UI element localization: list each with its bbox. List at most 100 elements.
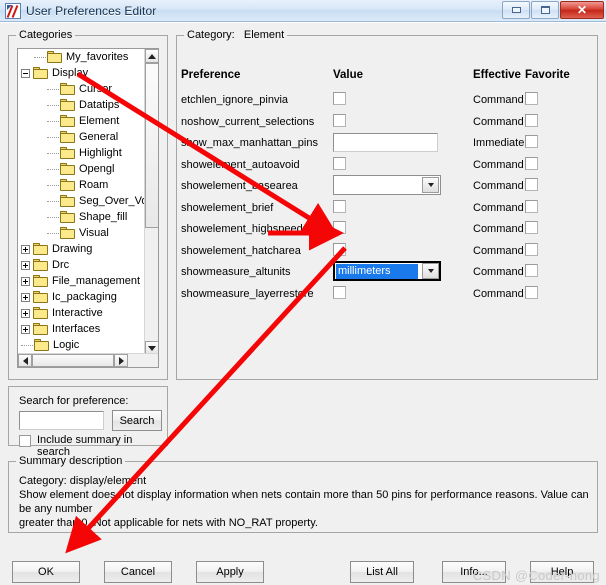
effective-value: Immediate	[473, 137, 525, 149]
tree-connector	[47, 120, 59, 122]
value-checkbox[interactable]	[333, 221, 346, 234]
tree-expand-icon[interactable]	[21, 260, 30, 270]
folder-icon	[60, 179, 75, 191]
favorite-checkbox[interactable]	[525, 113, 538, 127]
folder-icon	[60, 131, 75, 143]
favorite-checkbox[interactable]	[525, 285, 538, 299]
tree-item-label: File_management	[52, 275, 141, 287]
value-checkbox[interactable]	[333, 156, 346, 170]
favorite-checkbox[interactable]	[525, 264, 538, 277]
folder-icon	[33, 67, 48, 79]
tree-scroll-left-button[interactable]	[18, 354, 32, 367]
folder-icon	[34, 339, 49, 351]
column-header-preference: Preference	[181, 69, 241, 81]
tree-item-label: Ic_packaging	[52, 291, 117, 303]
search-input[interactable]	[20, 413, 103, 431]
arrow-down-icon	[148, 345, 156, 351]
tree-item-element[interactable]: Element	[18, 113, 146, 129]
tree-item-highlight[interactable]: Highlight	[18, 145, 146, 161]
tree-expand-icon[interactable]	[21, 308, 30, 318]
preference-name: showelement_autoavoid	[181, 158, 300, 171]
category-tree[interactable]: My_favorites Display Cursor Datatips Element…	[17, 48, 159, 368]
tree-item-label: Roam	[79, 179, 109, 191]
tree-item-logic[interactable]: Logic	[18, 337, 146, 353]
folder-icon	[60, 83, 75, 95]
value-checkbox[interactable]	[333, 92, 346, 105]
tree-item-display[interactable]: Display	[18, 65, 146, 81]
summary-line-1: Category: display/element	[19, 475, 147, 487]
tree-item-visual[interactable]: Visual	[18, 225, 146, 241]
search-group: Search for preference: Search Include su…	[8, 386, 168, 458]
tree-item-interfaces[interactable]: Interfaces	[18, 321, 146, 337]
value-checkbox[interactable]	[333, 242, 346, 256]
ok-button[interactable]: OK	[12, 561, 80, 583]
value-checkbox[interactable]	[333, 113, 346, 127]
tree-item-cursor[interactable]: Cursor	[18, 81, 146, 97]
value-checkbox[interactable]	[333, 199, 346, 213]
tree-item-roam[interactable]: Roam	[18, 177, 146, 193]
arrow-right-icon	[118, 356, 124, 365]
tree-item-interactive[interactable]: Interactive	[18, 305, 146, 321]
tree-expand-icon[interactable]	[21, 244, 30, 254]
favorite-checkbox[interactable]	[525, 156, 538, 170]
tree-item-shape_fill[interactable]: Shape_fill	[18, 209, 146, 225]
tree-vertical-scrollbar[interactable]	[144, 49, 158, 355]
value-textbox[interactable]	[333, 133, 438, 152]
favorite-checkbox[interactable]	[525, 199, 538, 213]
preference-name: showelement_highspeed	[181, 223, 303, 235]
tree-scroll-thumb[interactable]	[145, 63, 158, 228]
search-button[interactable]: Search	[112, 410, 162, 431]
folder-icon	[60, 147, 75, 159]
tree-item-ic_packaging[interactable]: Ic_packaging	[18, 289, 146, 305]
favorite-checkbox[interactable]	[525, 135, 538, 148]
tree-expand-icon[interactable]	[21, 324, 30, 334]
favorite-checkbox[interactable]	[525, 178, 538, 191]
include-summary-checkbox[interactable]	[19, 435, 31, 447]
value-combobox[interactable]	[333, 175, 441, 195]
maximize-button[interactable]	[531, 1, 559, 19]
tree-scroll-up-button[interactable]	[145, 49, 158, 63]
tree-item-drawing[interactable]: Drawing	[18, 241, 146, 257]
tree-item-drc[interactable]: Drc	[18, 257, 146, 273]
tree-item-file_management[interactable]: File_management	[18, 273, 146, 289]
value-combobox-selected[interactable]: millimeters	[333, 261, 441, 281]
tree-collapse-icon[interactable]	[21, 68, 30, 78]
tree-item-label: Interfaces	[52, 323, 101, 335]
client-area: Categories My_favorites Display Cursor Data…	[0, 22, 606, 585]
tree-item-label: Opengl	[79, 163, 115, 175]
tree-horizontal-scrollbar[interactable]	[18, 353, 158, 367]
search-input-wrapper[interactable]	[19, 411, 104, 431]
tree-connector	[47, 216, 59, 218]
favorite-checkbox[interactable]	[525, 221, 538, 234]
tree-item-label: Visual	[79, 227, 109, 239]
close-button[interactable]: ✕	[560, 1, 604, 19]
tree-scroll-right-button[interactable]	[114, 354, 128, 367]
effective-value: Command	[473, 201, 524, 214]
favorite-checkbox[interactable]	[525, 242, 538, 256]
tree-item-label: General	[79, 131, 119, 143]
tree-item-my_favorites[interactable]: My_favorites	[18, 49, 146, 65]
folder-icon	[33, 307, 48, 319]
title-bar: User Preferences Editor ✕	[0, 0, 606, 22]
tree-expand-icon[interactable]	[21, 276, 30, 286]
tree-hscroll-thumb[interactable]	[32, 354, 114, 367]
tree-expand-icon[interactable]	[21, 292, 30, 302]
element-group: Category: Element Preference Value Effecti…	[176, 29, 598, 380]
chevron-down-icon[interactable]	[422, 263, 439, 279]
tree-item-label: Logic	[53, 339, 80, 351]
tree-item-opengl[interactable]: Opengl	[18, 161, 146, 177]
chevron-down-icon[interactable]	[422, 177, 439, 193]
minimize-button[interactable]	[502, 1, 530, 19]
apply-button[interactable]: Apply	[196, 561, 264, 583]
cancel-button[interactable]: Cancel	[104, 561, 172, 583]
tree-item-label: Element	[79, 115, 120, 127]
value-checkbox[interactable]	[333, 285, 346, 299]
favorite-checkbox[interactable]	[525, 92, 538, 105]
tree-item-datatips[interactable]: Datatips	[18, 97, 146, 113]
tree-connector	[47, 152, 59, 154]
list-all-button[interactable]: List All	[350, 561, 414, 583]
tree-item-seg_over_voi[interactable]: Seg_Over_Voi	[18, 193, 146, 209]
tree-item-general[interactable]: General	[18, 129, 146, 145]
preference-name: showmeasure_layerrestore	[181, 287, 314, 300]
tree-item-label: Datatips	[79, 99, 120, 111]
